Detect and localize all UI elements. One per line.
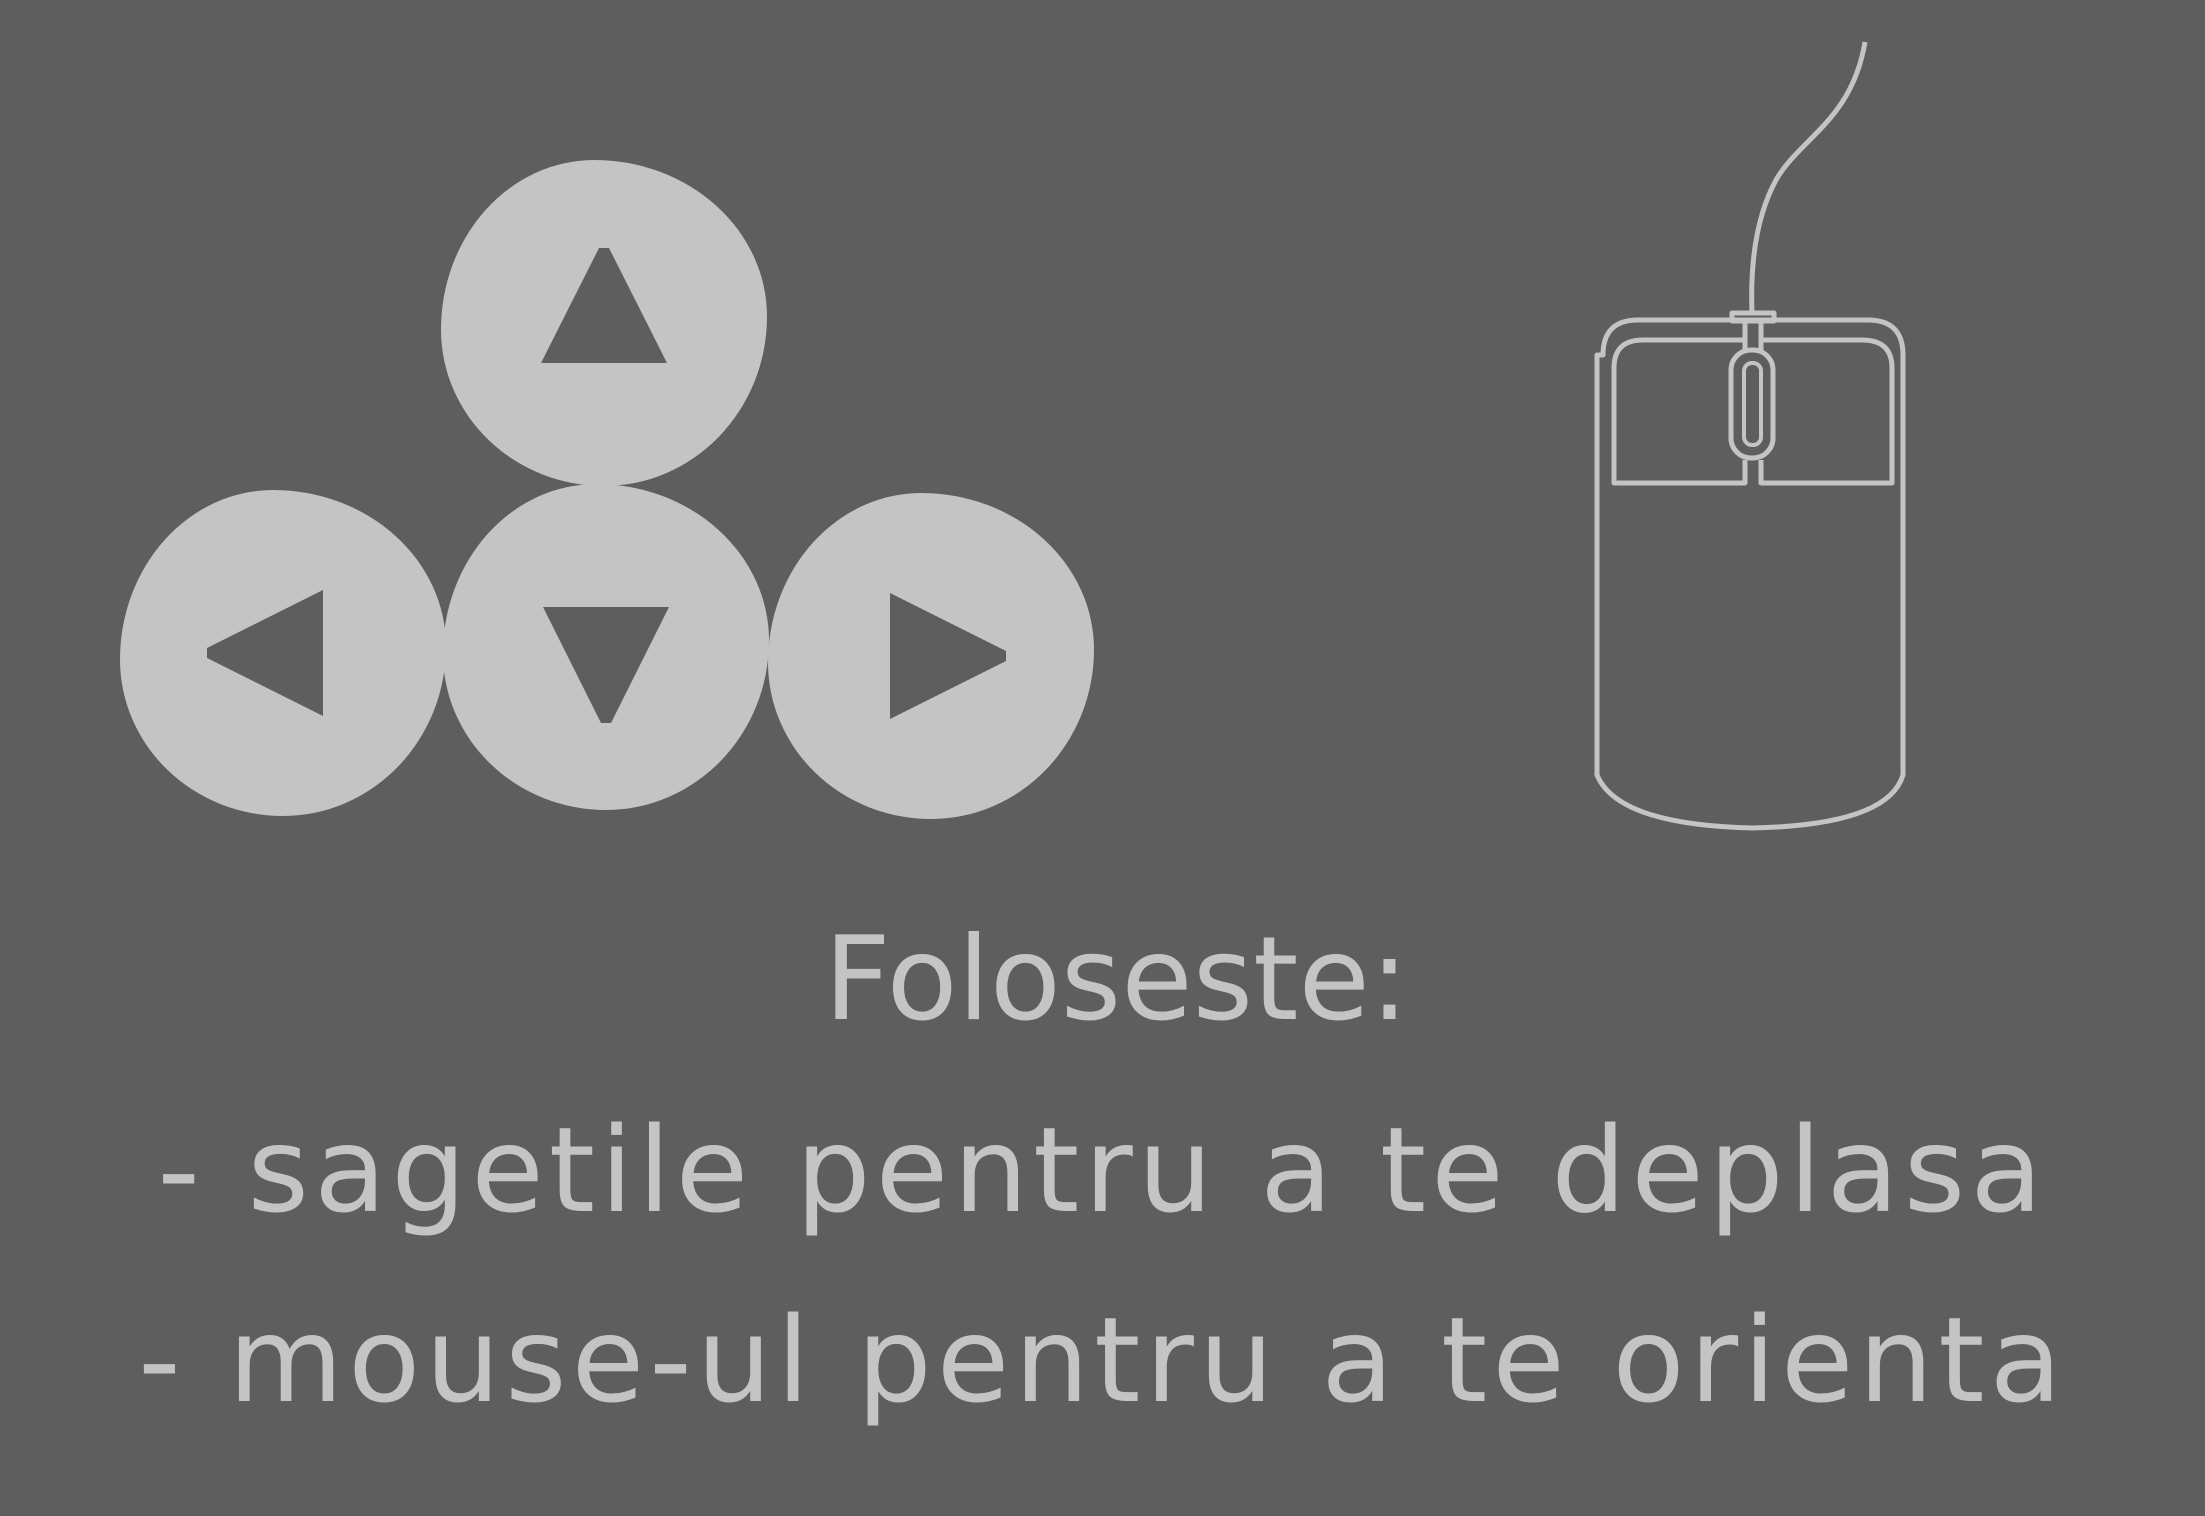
arrow-right-key bbox=[768, 493, 1094, 819]
instruction-arrows: - sagetile pentru a te deplasa bbox=[157, 1101, 2048, 1239]
arrow-left-icon bbox=[207, 590, 323, 716]
arrow-left-key bbox=[120, 490, 446, 816]
arrow-down-key bbox=[443, 484, 769, 810]
instructions-title: Foloseste: bbox=[824, 912, 1409, 1047]
mouse-icon bbox=[1594, 41, 1906, 831]
instruction-mouse: - mouse-ul pentru a te orienta bbox=[138, 1291, 2067, 1429]
arrow-up-icon bbox=[541, 248, 667, 363]
controls-help-screen: Foloseste: - sagetile pentru a te deplas… bbox=[0, 0, 2205, 1516]
arrow-up-key bbox=[441, 160, 767, 486]
arrow-down-icon bbox=[543, 607, 669, 723]
arrow-right-icon bbox=[890, 593, 1006, 719]
